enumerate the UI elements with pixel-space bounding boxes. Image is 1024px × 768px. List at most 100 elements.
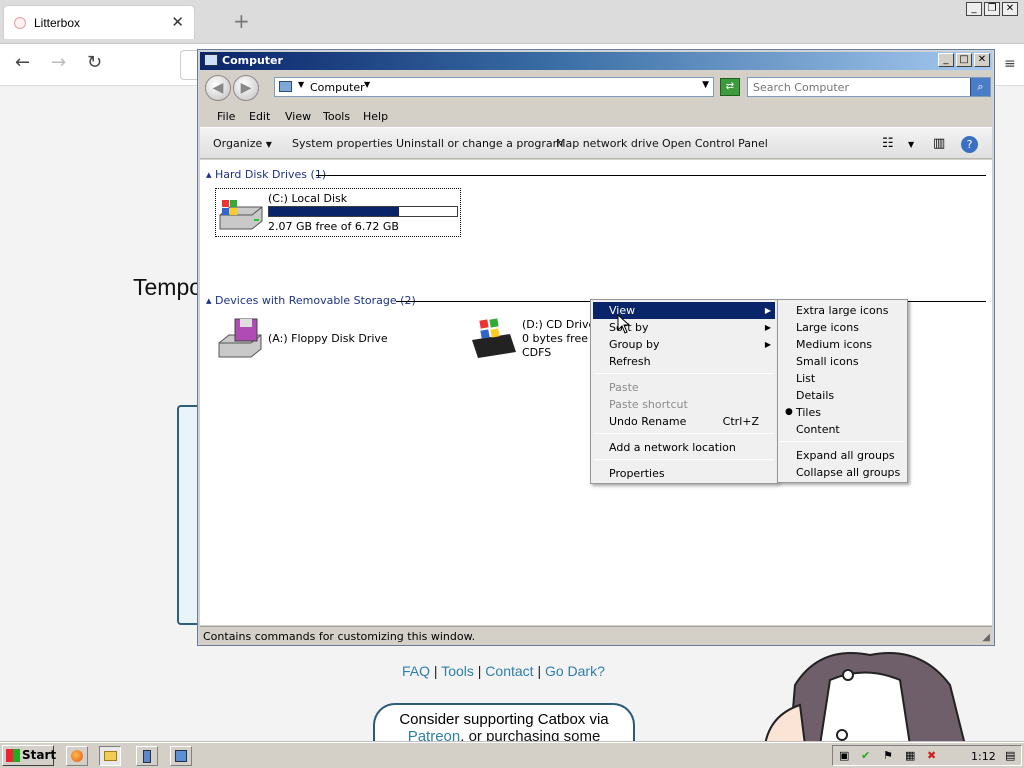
view-small-icons[interactable]: Small icons [780,353,905,370]
view-content[interactable]: Content [780,421,905,438]
breadcrumb-arrow-icon[interactable]: ▼ [298,80,304,89]
context-menu-item-paste[interactable]: Paste [593,379,775,396]
context-menu-item-add-network-location[interactable]: Add a network location [593,439,775,456]
tray-volume-muted-icon[interactable]: ✖ [927,749,936,762]
menu-separator [594,433,774,434]
view-details[interactable]: Details [780,387,905,404]
context-menu-item-undo-rename[interactable]: Undo Rename Ctrl+Z [593,413,775,430]
minimize-button[interactable]: _ [938,53,954,67]
group-header-removable[interactable]: ▴ Devices with Removable Storage (2) [206,294,416,307]
view-large-icons[interactable]: Large icons [780,319,905,336]
reload-icon[interactable]: ↻ [87,52,102,73]
selected-bullet-icon: ● [785,407,793,417]
forward-button[interactable]: ▶ [233,75,259,101]
open-control-panel-button[interactable]: Open Control Panel [662,137,768,150]
explorer-taskbar-icon[interactable] [99,746,121,766]
browser-tab-strip: Litterbox ✕ + _ ❐ ✕ [0,0,1024,44]
browser-restore-button[interactable]: ❐ [984,2,1000,16]
status-text: Contains commands for customizing this w… [203,630,476,643]
link-separator: | [433,663,438,679]
settings-taskbar-icon[interactable] [170,746,192,766]
new-tab-button[interactable]: + [233,9,250,33]
search-input[interactable] [749,79,967,95]
status-bar: Contains commands for customizing this w… [200,626,992,645]
view-list[interactable]: List [780,370,905,387]
explorer-title: Computer [222,54,283,67]
app-taskbar-icon[interactable] [136,746,158,766]
context-menu-item-group-by[interactable]: Group by ▶ [593,336,775,353]
drive-name-a[interactable]: (A:) Floppy Disk Drive [268,332,388,345]
map-network-drive-button[interactable]: Map network drive [556,137,659,150]
chevron-down-icon[interactable]: ▼ [908,140,914,149]
preview-pane-icon[interactable]: ▥ [933,136,945,151]
refresh-go-button[interactable]: ⇄ [720,78,740,96]
menu-separator [594,459,774,460]
start-button[interactable]: Start [2,745,56,766]
context-menu-item-properties[interactable]: Properties [593,465,775,482]
view-medium-icons[interactable]: Medium icons [780,336,905,353]
tray-monitor-icon[interactable]: ▣ [839,749,849,762]
tray-security-icon[interactable]: ✔ [861,749,870,762]
browser-close-button[interactable]: ✕ [1002,2,1018,16]
organize-label: Organize [213,137,263,150]
back-button[interactable]: ◀ [205,75,231,101]
browser-menu-icon[interactable]: ≡ [1004,56,1016,72]
drive-name-c: (C:) Local Disk [268,192,348,205]
close-tab-icon[interactable]: ✕ [171,13,184,31]
submenu-arrow-icon: ▶ [764,323,771,332]
address-path[interactable]: Computer [310,81,365,94]
show-desktop-icon[interactable]: ▤ [1005,749,1015,762]
context-menu-item-refresh[interactable]: Refresh [593,353,775,370]
menu-help[interactable]: Help [363,110,388,123]
organize-button[interactable]: Organize ▼ [213,137,272,150]
computer-icon [279,81,292,92]
collapse-all-groups[interactable]: Collapse all groups [780,464,905,481]
tray-network-icon[interactable]: ▦ [905,749,915,762]
firefox-icon[interactable] [66,746,88,766]
search-icon[interactable]: ⌕ [970,78,990,96]
views-icon[interactable]: ☷ [882,136,894,151]
browser-tab-litterbox[interactable]: Litterbox ✕ [3,5,195,39]
menu-tools[interactable]: Tools [323,110,350,123]
uninstall-program-button[interactable]: Uninstall or change a program [396,137,563,150]
menu-separator [781,441,904,442]
group-divider [316,175,986,176]
expand-all-groups[interactable]: Expand all groups [780,447,905,464]
group-header-hard-disks[interactable]: ▴ Hard Disk Drives (1) [206,168,326,181]
back-arrow-icon[interactable]: ← [15,52,30,73]
explorer-window-controls: _ □ ✕ [938,53,990,67]
menu-edit[interactable]: Edit [249,110,270,123]
group-label: Devices with Removable Storage (2) [215,294,416,307]
system-properties-button[interactable]: System properties [292,137,393,150]
help-icon[interactable]: ? [961,136,978,153]
explorer-titlebar[interactable]: Computer _ □ ✕ [200,52,992,70]
floppy-drive-icon [218,318,262,358]
tools-link[interactable]: Tools [441,663,474,679]
footer-links: FAQ | Tools | Contact | Go Dark? [402,663,605,679]
forward-arrow-icon[interactable]: → [51,52,66,73]
menu-view[interactable]: View [285,110,311,123]
view-tiles[interactable]: ● Tiles [780,404,905,421]
tray-flag-icon[interactable]: ⚑ [883,749,893,762]
context-menu-item-paste-shortcut[interactable]: Paste shortcut [593,396,775,413]
url-bar[interactable] [180,50,198,80]
drive-usage-fill [269,207,399,216]
address-dropdown-icon[interactable]: ▼ [702,80,709,90]
chevron-down-icon: ▼ [265,140,272,149]
system-tray: ▣ ✔ ⚑ ▦ ✖ 1:12 ▤ [832,745,1022,766]
search-box: ⌕ [747,77,991,97]
address-bar[interactable]: ▼ Computer ▼ ▼ [274,77,714,97]
browser-minimize-button[interactable]: _ [966,2,982,16]
close-button[interactable]: ✕ [974,53,990,67]
view-extra-large-icons[interactable]: Extra large icons [780,302,905,319]
link-separator: | [477,663,482,679]
faq-link[interactable]: FAQ [402,663,430,679]
menu-file[interactable]: File [217,110,235,123]
clock: 1:12 [971,750,996,763]
resize-grip-icon[interactable]: ◢ [982,632,990,643]
contact-link[interactable]: Contact [485,663,533,679]
command-bar: Organize ▼ System properties Uninstall o… [200,127,992,159]
maximize-button[interactable]: □ [956,53,972,67]
breadcrumb-arrow-icon[interactable]: ▼ [364,80,370,89]
go-dark-link[interactable]: Go Dark? [545,663,605,679]
